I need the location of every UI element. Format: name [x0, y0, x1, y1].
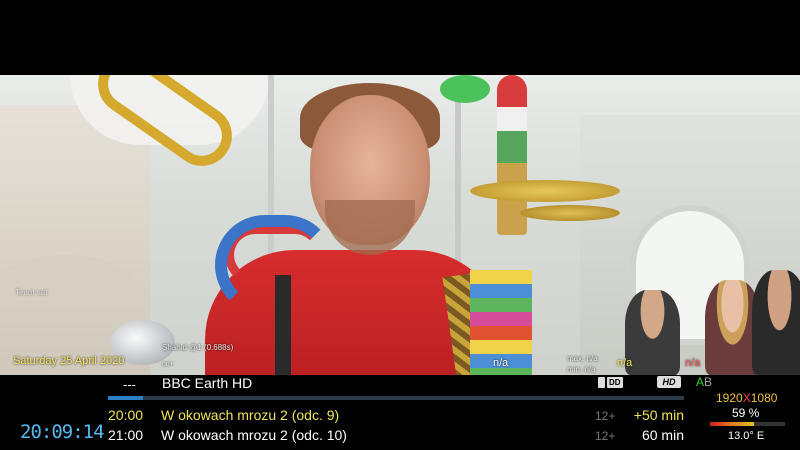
info-na-value: n/a [493, 357, 509, 369]
resolution-label: 1920X1080 [716, 391, 777, 405]
next-event-title: W okowach mrozu 2 (odc. 10) [161, 427, 347, 443]
resolution-height: 1080 [750, 391, 778, 405]
dolby-square-icon [598, 376, 605, 388]
signal-bar-fill [710, 422, 755, 426]
cymbal-lower [520, 205, 620, 221]
audio-track-indicator: AB [696, 375, 712, 389]
bystander [752, 270, 800, 375]
performer-beard [325, 200, 415, 255]
bystander [625, 290, 680, 375]
camera-watermark: Team sat [15, 288, 48, 297]
video-frame [0, 75, 800, 375]
current-event-time: 20:00 [108, 407, 144, 423]
feather-duster [440, 75, 490, 103]
satellite-position: 13.0° E [728, 430, 765, 442]
event-progress-fill [108, 396, 143, 400]
dolby-digital-icon: DD [598, 376, 631, 388]
date-label: Saturday 25 April 2020 [13, 355, 125, 367]
resolution-x: X [742, 391, 751, 405]
signal-percent: 59 % [732, 406, 760, 420]
blue-hose [215, 215, 335, 315]
info-na-red: n/a [685, 357, 701, 369]
next-event-time: 21:00 [108, 427, 144, 443]
provider-label: nc+ [162, 361, 174, 368]
channel-name: BBC Earth HD [162, 375, 253, 391]
resolution-width: 1920 [716, 391, 743, 405]
info-na-yellow: n/a [617, 357, 633, 369]
audio-a-label: A [696, 375, 705, 389]
audio-b-label: B [704, 375, 713, 389]
current-event-remaining: +50 min [633, 407, 684, 423]
event-progress-bar [108, 396, 684, 400]
next-event-duration: 60 min [641, 427, 684, 443]
letterbox-top [0, 0, 800, 75]
min-label: min. n/a [567, 365, 596, 374]
current-event-title: W okowach mrozu 2 (odc. 9) [161, 407, 340, 423]
clock: 20:09:14 [20, 421, 105, 443]
dolby-label: DD [607, 376, 623, 388]
decoder-status: Shahid @1 (0.688s) [162, 343, 234, 352]
max-label: max. n/a [567, 354, 598, 363]
hd-icon: HD [657, 376, 681, 388]
signal-bar [710, 422, 785, 426]
channel-number: --- [123, 377, 136, 392]
cymbal [470, 180, 620, 202]
